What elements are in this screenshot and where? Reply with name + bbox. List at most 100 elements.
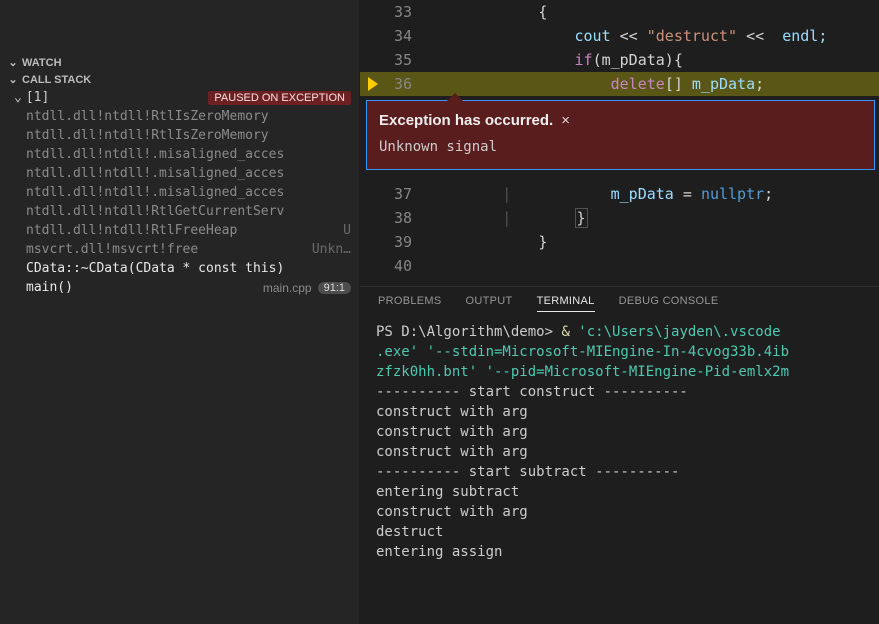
- terminal-prompt: PS D:\Algorithm\demo>: [376, 324, 561, 340]
- frame-name: CData::~CData(CData * const this): [26, 261, 284, 276]
- code-text: {: [538, 3, 547, 21]
- code-text: m_pData: [692, 75, 755, 93]
- terminal-output: ---------- start construct ----------: [376, 384, 688, 400]
- frame-line: 91:1: [318, 282, 351, 294]
- stack-frame[interactable]: msvcrt.dll!msvcrt!free Unkn…: [0, 240, 359, 259]
- frame-name: ntdll.dll!ntdll!RtlIsZeroMemory: [26, 109, 269, 124]
- code-text: if: [575, 51, 593, 69]
- callstack-header[interactable]: ⌄ CALL STACK: [0, 71, 359, 88]
- terminal-output: destruct: [376, 524, 443, 540]
- exception-message: Unknown signal: [379, 135, 862, 159]
- tab-output[interactable]: OUTPUT: [466, 295, 513, 312]
- line-number: 40: [388, 254, 412, 278]
- frame-tail: Unkn…: [312, 242, 351, 257]
- stack-frame[interactable]: CData::~CData(CData * const this): [0, 259, 359, 278]
- chevron-down-icon: ⌄: [8, 56, 18, 69]
- debug-sidebar: ⌄ WATCH ⌄ CALL STACK ⌄ [1] PAUSED ON EXCE…: [0, 0, 360, 624]
- line-number: 38: [388, 206, 412, 230]
- code-text: m_pData: [611, 185, 674, 203]
- exception-banner: Exception has occurred. × Unknown signal: [366, 100, 875, 170]
- code-line: 37 | m_pData = nullptr;: [360, 182, 879, 206]
- code-line: 39 }: [360, 230, 879, 254]
- close-icon[interactable]: ×: [561, 109, 570, 133]
- paused-badge: PAUSED ON EXCEPTION: [208, 91, 351, 105]
- terminal-output: entering assign: [376, 544, 502, 560]
- frame-file: main.cpp: [263, 281, 312, 295]
- stack-frame[interactable]: ntdll.dll!ntdll!RtlIsZeroMemory: [0, 107, 359, 126]
- main-area: 33 { 34 cout << "destruct" << endl; 35 i…: [360, 0, 879, 624]
- frame-name: ntdll.dll!ntdll!RtlGetCurrentServ: [26, 204, 284, 219]
- stack-frame[interactable]: ntdll.dll!ntdll!.misaligned_acces: [0, 183, 359, 202]
- code-text: }: [538, 233, 547, 251]
- terminal-text: 'c:\Users\jayden\.vscode: [578, 324, 780, 340]
- code-line: 40: [360, 254, 879, 278]
- chevron-down-icon: ⌄: [8, 73, 18, 86]
- frame-name: ntdll.dll!ntdll!.misaligned_acces: [26, 166, 284, 181]
- stack-frame[interactable]: main() main.cpp 91:1: [0, 278, 359, 297]
- frame-name: ntdll.dll!ntdll!RtlFreeHeap: [26, 223, 237, 238]
- stack-frame[interactable]: ntdll.dll!ntdll!RtlIsZeroMemory: [0, 126, 359, 145]
- code-editor[interactable]: 33 { 34 cout << "destruct" << endl; 35 i…: [360, 0, 879, 278]
- frame-name: ntdll.dll!ntdll!.misaligned_acces: [26, 185, 284, 200]
- code-text: (m_pData): [593, 51, 674, 69]
- frame-tail: U: [343, 223, 351, 238]
- tab-terminal[interactable]: TERMINAL: [537, 295, 595, 312]
- sidebar-spacer: [0, 0, 359, 50]
- line-number: 36: [388, 72, 412, 96]
- watch-header[interactable]: ⌄ WATCH: [0, 54, 359, 71]
- code-line: 33 {: [360, 0, 879, 24]
- line-number: 37: [388, 182, 412, 206]
- code-text: <<: [611, 27, 647, 45]
- callstack-section: ⌄ CALL STACK ⌄ [1] PAUSED ON EXCEPTION nt…: [0, 71, 359, 624]
- code-line: 35 if(m_pData){: [360, 48, 879, 72]
- code-text: <<: [737, 27, 773, 45]
- terminal-body[interactable]: PS D:\Algorithm\demo> & 'c:\Users\jayden…: [360, 316, 879, 624]
- code-text: []: [665, 75, 692, 93]
- frame-name: msvcrt.dll!msvcrt!free: [26, 242, 198, 257]
- terminal-output: entering subtract: [376, 484, 519, 500]
- tab-problems[interactable]: PROBLEMS: [378, 295, 442, 312]
- banner-caret-icon: [447, 93, 463, 101]
- code-text: endl;: [773, 27, 827, 45]
- frame-name: ntdll.dll!ntdll!RtlIsZeroMemory: [26, 128, 269, 143]
- code-text: delete: [611, 75, 665, 93]
- frame-name: ntdll.dll!ntdll!.misaligned_acces: [26, 147, 284, 162]
- terminal-text: zfzk0hh.bnt' '--pid=Microsoft-MIEngine-P…: [376, 364, 789, 380]
- terminal-text: &: [561, 324, 578, 340]
- code-text: {: [674, 51, 683, 69]
- line-number: 39: [388, 230, 412, 254]
- code-text: nullptr: [701, 185, 764, 203]
- callstack-label: CALL STACK: [22, 74, 91, 86]
- code-text: }: [575, 208, 588, 228]
- stack-frame[interactable]: ntdll.dll!ntdll!.misaligned_acces: [0, 164, 359, 183]
- chevron-down-icon: ⌄: [14, 90, 22, 105]
- stack-frame[interactable]: ntdll.dll!ntdll!.misaligned_acces: [0, 145, 359, 164]
- code-text: =: [674, 185, 701, 203]
- terminal-output: construct with arg: [376, 504, 528, 520]
- terminal-output: construct with arg: [376, 424, 528, 440]
- terminal-output: construct with arg: [376, 404, 528, 420]
- thread-label: [1]: [26, 90, 49, 105]
- line-number: 33: [388, 0, 412, 24]
- code-line: 38 | }: [360, 206, 879, 230]
- line-number: 34: [388, 24, 412, 48]
- thread-row[interactable]: ⌄ [1] PAUSED ON EXCEPTION: [0, 88, 359, 107]
- code-text: "destruct": [647, 27, 737, 45]
- frame-name: main(): [26, 280, 73, 295]
- execution-pointer-icon: [368, 77, 378, 91]
- watch-label: WATCH: [22, 57, 62, 69]
- terminal-output: ---------- start subtract ----------: [376, 464, 679, 480]
- stack-frame[interactable]: ntdll.dll!ntdll!RtlGetCurrentServ: [0, 202, 359, 221]
- code-line-current: 36 delete[] m_pData;: [360, 72, 879, 96]
- line-number: 35: [388, 48, 412, 72]
- panel-tabs: PROBLEMS OUTPUT TERMINAL DEBUG CONSOLE: [360, 286, 879, 316]
- code-text: ;: [755, 75, 764, 93]
- tab-debug-console[interactable]: DEBUG CONSOLE: [619, 295, 719, 312]
- watch-section: ⌄ WATCH: [0, 50, 359, 71]
- code-text: ;: [764, 185, 773, 203]
- stack-frame[interactable]: ntdll.dll!ntdll!RtlFreeHeap U: [0, 221, 359, 240]
- exception-title: Exception has occurred.: [379, 109, 553, 133]
- code-line: 34 cout << "destruct" << endl;: [360, 24, 879, 48]
- terminal-text: .exe' '--stdin=Microsoft-MIEngine-In-4cv…: [376, 344, 789, 360]
- code-text: cout: [575, 27, 611, 45]
